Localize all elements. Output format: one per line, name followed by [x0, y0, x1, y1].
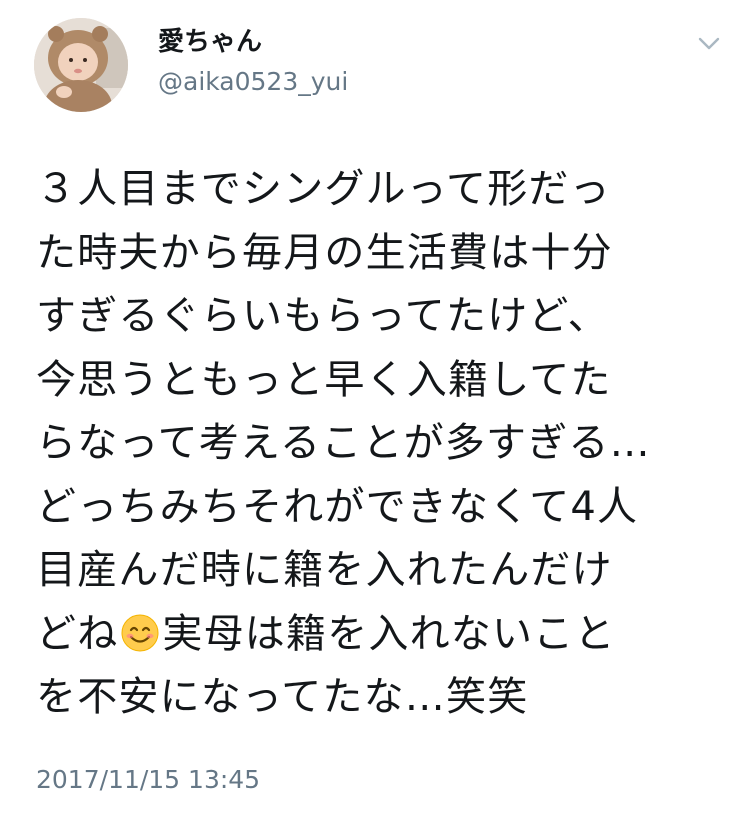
tweet-text-line: を不安になってたな…笑笑	[36, 674, 529, 720]
baby-avatar-icon	[34, 18, 128, 112]
tweet-text-line: 今思うともっと早く入籍してた	[36, 356, 612, 403]
tweet-card: 愛ちゃん @aika0523_yui ３人目までシングルって形だっ た時夫から毎…	[0, 0, 750, 828]
tweet-text-line: らなって考えることが多すぎる…	[36, 420, 651, 466]
user-handle[interactable]: @aika0523_yui	[158, 66, 348, 98]
avatar[interactable]	[34, 18, 128, 112]
tweet-text-line: た時夫から毎月の生活費は十分	[36, 229, 613, 276]
tweet-text-line-with-emoji: どね 実母は籍を入れないこと	[36, 603, 726, 667]
tweet-text-line: どっちみちそれができなくて4人	[36, 483, 639, 530]
tweet-text-segment: どね	[36, 610, 119, 657]
timestamp[interactable]: 2017/11/15 13:45	[36, 764, 260, 796]
smiling-face-emoji-icon	[121, 614, 159, 651]
tweet-text-segment: 実母は籍を入れないこと	[162, 610, 616, 657]
tweet-text: ３人目までシングルって形だっ た時夫から毎月の生活費は十分 すぎるぐらいもらって…	[36, 158, 726, 730]
tweet-text-line: すぎるぐらいもらってたけど、	[36, 293, 609, 339]
tweet-text-line: 目産んだ時に籍を入れたんだけ	[36, 547, 613, 593]
tweet-text-line: ３人目までシングルって形だっ	[36, 166, 611, 212]
chevron-down-icon[interactable]	[694, 28, 724, 58]
display-name[interactable]: 愛ちゃん	[158, 26, 262, 58]
